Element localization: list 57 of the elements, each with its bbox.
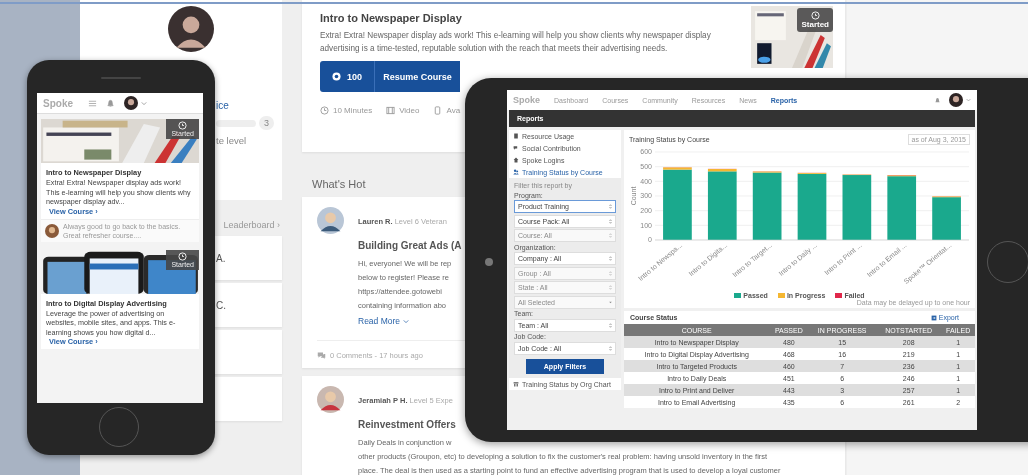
bar <box>932 196 961 240</box>
course-description: Extra! Extra! Newspaper display ads work! This e-learning will help you show clients why newspaper display advertising is a time-tested, reputable solution with the reach that meets their advertising needs. <box>320 30 712 55</box>
leader-name: A. <box>216 252 226 264</box>
updown-caret-icon <box>609 218 612 224</box>
meta-text: Ava <box>446 106 461 115</box>
updown-caret-icon <box>609 322 612 328</box>
updown-caret-icon <box>609 256 612 261</box>
menu-icon[interactable] <box>88 98 97 108</box>
clock-icon <box>320 106 329 115</box>
read-more-link[interactable]: Read More <box>358 316 401 326</box>
clock-icon <box>178 121 188 130</box>
clock-icon <box>178 251 188 261</box>
avatar <box>45 223 59 238</box>
bar <box>887 175 917 240</box>
chevron-icon[interactable] <box>403 318 410 324</box>
avatar[interactable] <box>949 93 963 107</box>
resume-course-button[interactable]: Resume Course <box>375 61 460 92</box>
bar <box>707 168 737 240</box>
profile-link[interactable]: ice <box>216 100 229 111</box>
phone-icon <box>433 106 443 115</box>
logo: Spoke <box>43 97 73 109</box>
level-badge: 3 <box>259 116 274 130</box>
camera-dot <box>485 258 493 266</box>
bar <box>797 172 827 240</box>
bar <box>752 171 782 240</box>
status-text: Started <box>801 20 829 29</box>
chevron-icon[interactable] <box>141 100 147 106</box>
clock-icon <box>810 11 820 20</box>
points-button[interactable]: 100 <box>320 61 375 92</box>
meta-text: Video <box>399 106 420 115</box>
post-title: Reinvestment Offers <box>358 419 457 430</box>
home-icon <box>513 157 519 163</box>
post-title: Building Great Ads (A <box>358 240 462 251</box>
updown-caret-icon <box>609 204 612 209</box>
export-icon <box>930 314 937 321</box>
avatar <box>317 207 344 234</box>
avatar <box>317 386 344 413</box>
avatar[interactable] <box>124 96 138 110</box>
bell-icon[interactable] <box>106 98 115 108</box>
avatar <box>168 6 214 52</box>
chat-icon <box>513 145 519 151</box>
updown-caret-icon <box>609 345 612 351</box>
bar <box>842 174 872 240</box>
coin-icon <box>332 72 341 81</box>
level-bar <box>216 119 256 127</box>
sitemap-icon <box>513 381 519 387</box>
course-title: Intro to Newspaper Display <box>320 12 463 24</box>
section-heading: What's Hot <box>312 178 366 190</box>
book-icon <box>513 133 519 139</box>
people-icon <box>513 169 519 175</box>
chevron-icon[interactable] <box>966 98 971 102</box>
film-icon <box>386 106 396 115</box>
meta-text: 10 Minutes <box>333 106 373 115</box>
comment-icon <box>317 351 326 360</box>
bell-icon[interactable] <box>934 96 941 104</box>
level-text: te level <box>216 135 247 146</box>
leader-name: C. <box>216 299 226 311</box>
